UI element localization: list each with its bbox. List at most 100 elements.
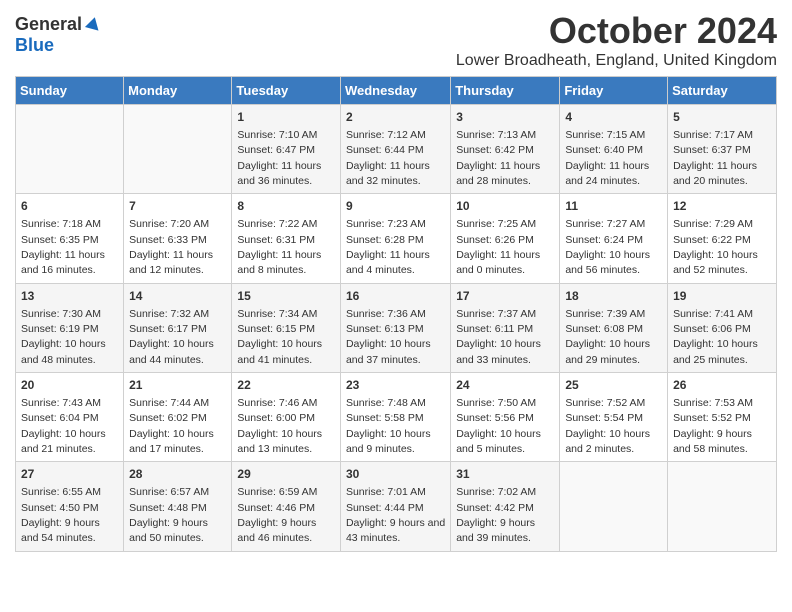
day-detail: Sunrise: 7:48 AM Sunset: 5:58 PM Dayligh…	[346, 397, 431, 455]
day-number: 7	[129, 198, 226, 215]
day-number: 30	[346, 466, 445, 483]
weekday-header-saturday: Saturday	[668, 77, 777, 105]
day-cell: 7 Sunrise: 7:20 AM Sunset: 6:33 PM Daylig…	[124, 194, 232, 283]
day-cell: 23 Sunrise: 7:48 AM Sunset: 5:58 PM Dayli…	[340, 373, 450, 462]
day-cell: 25 Sunrise: 7:52 AM Sunset: 5:54 PM Dayli…	[560, 373, 668, 462]
day-cell	[560, 462, 668, 551]
day-cell: 1 Sunrise: 7:10 AM Sunset: 6:47 PM Daylig…	[232, 105, 341, 194]
day-number: 5	[673, 109, 771, 126]
day-detail: Sunrise: 7:30 AM Sunset: 6:19 PM Dayligh…	[21, 308, 106, 366]
day-detail: Sunrise: 7:34 AM Sunset: 6:15 PM Dayligh…	[237, 308, 322, 366]
logo-general-text: General	[15, 14, 82, 35]
day-cell: 8 Sunrise: 7:22 AM Sunset: 6:31 PM Daylig…	[232, 194, 341, 283]
day-detail: Sunrise: 7:52 AM Sunset: 5:54 PM Dayligh…	[565, 397, 650, 455]
weekday-header-tuesday: Tuesday	[232, 77, 341, 105]
day-cell: 6Sunrise: 7:18 AM Sunset: 6:35 PM Daylig…	[16, 194, 124, 283]
day-cell: 31 Sunrise: 7:02 AM Sunset: 4:42 PM Dayli…	[451, 462, 560, 551]
day-cell	[16, 105, 124, 194]
day-detail: Sunrise: 7:27 AM Sunset: 6:24 PM Dayligh…	[565, 218, 650, 276]
day-cell: 10 Sunrise: 7:25 AM Sunset: 6:26 PM Dayli…	[451, 194, 560, 283]
day-cell	[124, 105, 232, 194]
day-cell: 17 Sunrise: 7:37 AM Sunset: 6:11 PM Dayli…	[451, 283, 560, 372]
day-number: 9	[346, 198, 445, 215]
day-cell: 9 Sunrise: 7:23 AM Sunset: 6:28 PM Daylig…	[340, 194, 450, 283]
day-cell: 28Sunrise: 6:57 AM Sunset: 4:48 PM Dayli…	[124, 462, 232, 551]
weekday-header-thursday: Thursday	[451, 77, 560, 105]
logo-icon	[84, 15, 102, 33]
day-cell	[668, 462, 777, 551]
day-cell: 30 Sunrise: 7:01 AM Sunset: 4:44 PM Dayli…	[340, 462, 450, 551]
day-number: 10	[456, 198, 554, 215]
day-detail: Sunrise: 7:37 AM Sunset: 6:11 PM Dayligh…	[456, 308, 541, 366]
day-detail: Sunrise: 7:25 AM Sunset: 6:26 PM Dayligh…	[456, 218, 540, 276]
day-detail: Sunrise: 7:12 AM Sunset: 6:44 PM Dayligh…	[346, 129, 430, 187]
day-number: 3	[456, 109, 554, 126]
week-row-5: 27Sunrise: 6:55 AM Sunset: 4:50 PM Dayli…	[16, 462, 777, 551]
weekday-header-monday: Monday	[124, 77, 232, 105]
logo: General Blue	[15, 14, 102, 56]
logo-blue-text: Blue	[15, 35, 54, 56]
day-detail: Sunrise: 7:02 AM Sunset: 4:42 PM Dayligh…	[456, 486, 536, 544]
day-cell: 22 Sunrise: 7:46 AM Sunset: 6:00 PM Dayli…	[232, 373, 341, 462]
day-detail: Sunrise: 7:36 AM Sunset: 6:13 PM Dayligh…	[346, 308, 431, 366]
month-title: October 2024	[456, 10, 777, 52]
day-cell: 20Sunrise: 7:43 AM Sunset: 6:04 PM Dayli…	[16, 373, 124, 462]
day-cell: 11 Sunrise: 7:27 AM Sunset: 6:24 PM Dayli…	[560, 194, 668, 283]
day-number: 12	[673, 198, 771, 215]
day-cell: 13 Sunrise: 7:30 AM Sunset: 6:19 PM Dayli…	[16, 283, 124, 372]
day-detail: Sunrise: 7:20 AM Sunset: 6:33 PM Dayligh…	[129, 218, 213, 276]
day-detail: Sunrise: 7:01 AM Sunset: 4:44 PM Dayligh…	[346, 486, 445, 544]
day-number: 4	[565, 109, 662, 126]
day-number: 22	[237, 377, 335, 394]
day-detail: Sunrise: 7:13 AM Sunset: 6:42 PM Dayligh…	[456, 129, 540, 187]
week-row-1: 1 Sunrise: 7:10 AM Sunset: 6:47 PM Daylig…	[16, 105, 777, 194]
day-number: 31	[456, 466, 554, 483]
day-number: 20	[21, 377, 118, 394]
day-number: 15	[237, 288, 335, 305]
weekday-header-sunday: Sunday	[16, 77, 124, 105]
day-detail: Sunrise: 7:17 AM Sunset: 6:37 PM Dayligh…	[673, 129, 757, 187]
day-number: 13	[21, 288, 118, 305]
day-detail: Sunrise: 6:59 AM Sunset: 4:46 PM Dayligh…	[237, 486, 317, 544]
day-number: 19	[673, 288, 771, 305]
week-row-2: 6Sunrise: 7:18 AM Sunset: 6:35 PM Daylig…	[16, 194, 777, 283]
day-cell: 5 Sunrise: 7:17 AM Sunset: 6:37 PM Daylig…	[668, 105, 777, 194]
calendar-table: SundayMondayTuesdayWednesdayThursdayFrid…	[15, 76, 777, 552]
day-cell: 18 Sunrise: 7:39 AM Sunset: 6:08 PM Dayli…	[560, 283, 668, 372]
week-row-4: 20Sunrise: 7:43 AM Sunset: 6:04 PM Dayli…	[16, 373, 777, 462]
day-cell: 16Sunrise: 7:36 AM Sunset: 6:13 PM Dayli…	[340, 283, 450, 372]
day-number: 25	[565, 377, 662, 394]
day-detail: Sunrise: 7:15 AM Sunset: 6:40 PM Dayligh…	[565, 129, 649, 187]
header: General Blue October 2024 Lower Broadhea…	[15, 10, 777, 70]
day-detail: Sunrise: 7:23 AM Sunset: 6:28 PM Dayligh…	[346, 218, 430, 276]
weekday-header-friday: Friday	[560, 77, 668, 105]
day-number: 8	[237, 198, 335, 215]
day-cell: 14Sunrise: 7:32 AM Sunset: 6:17 PM Dayli…	[124, 283, 232, 372]
day-number: 11	[565, 198, 662, 215]
day-number: 1	[237, 109, 335, 126]
day-number: 17	[456, 288, 554, 305]
day-cell: 29 Sunrise: 6:59 AM Sunset: 4:46 PM Dayli…	[232, 462, 341, 551]
day-cell: 21Sunrise: 7:44 AM Sunset: 6:02 PM Dayli…	[124, 373, 232, 462]
title-area: October 2024 Lower Broadheath, England, …	[456, 10, 777, 70]
day-number: 18	[565, 288, 662, 305]
day-number: 6	[21, 198, 118, 215]
day-cell: 12Sunrise: 7:29 AM Sunset: 6:22 PM Dayli…	[668, 194, 777, 283]
day-cell: 24Sunrise: 7:50 AM Sunset: 5:56 PM Dayli…	[451, 373, 560, 462]
day-detail: Sunrise: 7:44 AM Sunset: 6:02 PM Dayligh…	[129, 397, 214, 455]
day-detail: Sunrise: 7:39 AM Sunset: 6:08 PM Dayligh…	[565, 308, 650, 366]
day-detail: Sunrise: 7:41 AM Sunset: 6:06 PM Dayligh…	[673, 308, 758, 366]
day-cell: 15 Sunrise: 7:34 AM Sunset: 6:15 PM Dayli…	[232, 283, 341, 372]
day-cell: 4 Sunrise: 7:15 AM Sunset: 6:40 PM Daylig…	[560, 105, 668, 194]
day-detail: Sunrise: 7:22 AM Sunset: 6:31 PM Dayligh…	[237, 218, 321, 276]
day-number: 23	[346, 377, 445, 394]
day-cell: 26Sunrise: 7:53 AM Sunset: 5:52 PM Dayli…	[668, 373, 777, 462]
weekday-header-row: SundayMondayTuesdayWednesdayThursdayFrid…	[16, 77, 777, 105]
day-detail: Sunrise: 6:57 AM Sunset: 4:48 PM Dayligh…	[129, 486, 209, 544]
day-detail: Sunrise: 7:50 AM Sunset: 5:56 PM Dayligh…	[456, 397, 541, 455]
day-detail: Sunrise: 7:53 AM Sunset: 5:52 PM Dayligh…	[673, 397, 753, 455]
day-detail: Sunrise: 7:46 AM Sunset: 6:00 PM Dayligh…	[237, 397, 322, 455]
day-number: 29	[237, 466, 335, 483]
day-detail: Sunrise: 7:10 AM Sunset: 6:47 PM Dayligh…	[237, 129, 321, 187]
day-cell: 2Sunrise: 7:12 AM Sunset: 6:44 PM Daylig…	[340, 105, 450, 194]
